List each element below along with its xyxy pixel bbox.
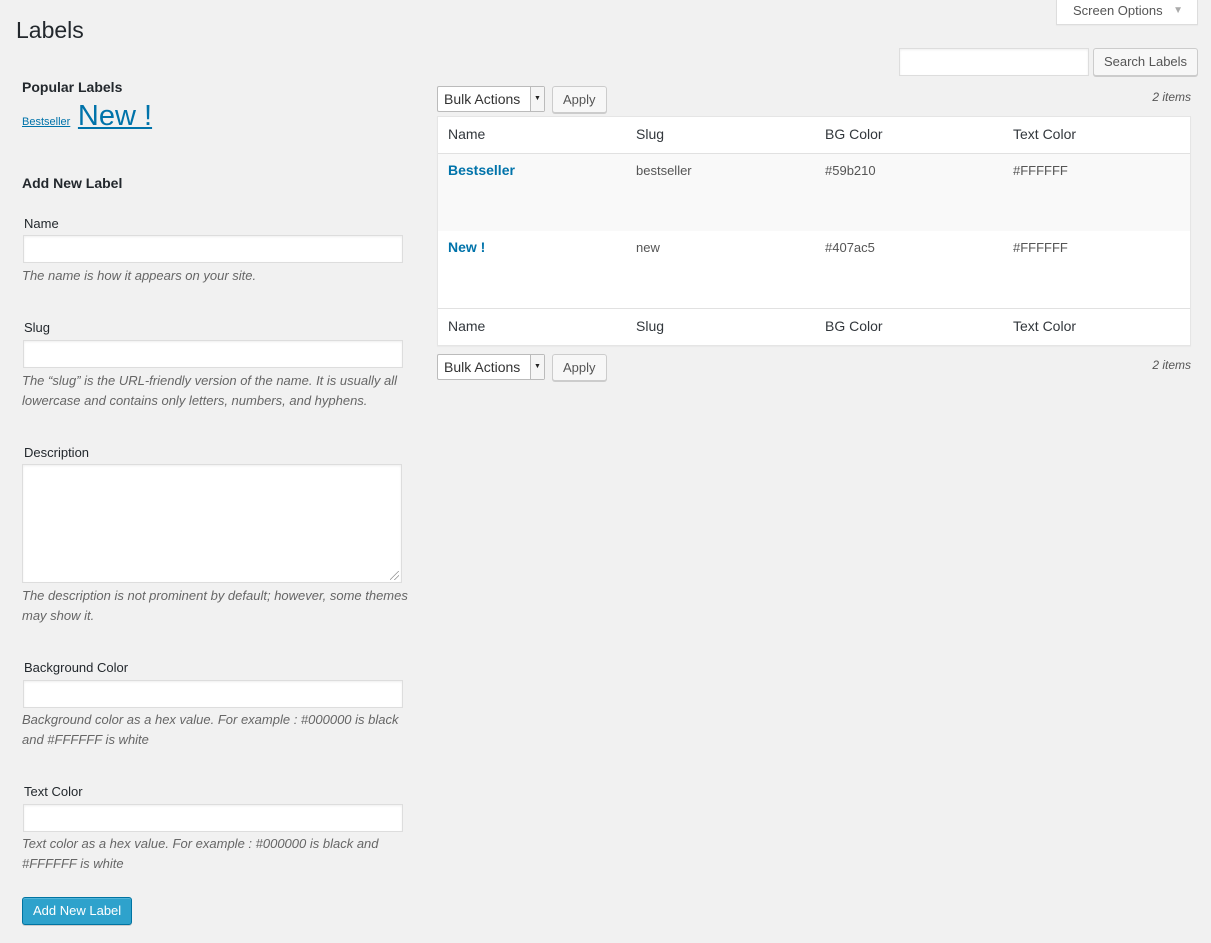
label-name-link[interactable]: Bestseller xyxy=(448,162,515,178)
resize-grip-icon[interactable] xyxy=(390,571,399,580)
background-color-label: Background Color xyxy=(24,660,129,675)
column-header-bg-color[interactable]: BG Color xyxy=(825,126,883,142)
add-new-label-heading: Add New Label xyxy=(22,175,123,191)
chevron-down-icon: ▼ xyxy=(530,87,544,111)
bulk-actions-select[interactable]: Bulk Actions ▼ xyxy=(437,354,545,380)
search-input[interactable] xyxy=(899,48,1089,76)
background-color-field[interactable] xyxy=(23,680,403,708)
screen-options-tab[interactable]: Screen Options ▼ xyxy=(1056,0,1198,25)
background-color-help: Background color as a hex value. For exa… xyxy=(22,712,399,747)
table-row: New ! new #407ac5 #FFFFFF xyxy=(438,231,1190,308)
column-footer-bg-color[interactable]: BG Color xyxy=(825,318,883,334)
text-color-help: Text color as a hex value. For example :… xyxy=(22,836,379,871)
name-label: Name xyxy=(24,216,59,231)
name-help: The name is how it appears on your site. xyxy=(22,268,257,283)
label-text-color: #FFFFFF xyxy=(1013,240,1068,255)
table-row: Bestseller bestseller #59b210 #FFFFFF xyxy=(438,154,1190,231)
description-label: Description xyxy=(24,445,90,460)
tag-link-new[interactable]: New ! xyxy=(78,100,152,132)
tablenav-bottom: Bulk Actions ▼ Apply 2 items xyxy=(437,354,1191,382)
slug-label: Slug xyxy=(24,320,51,335)
slug-help: The “slug” is the URL-friendly version o… xyxy=(22,373,397,408)
table-footer: Name Slug BG Color Text Color xyxy=(438,308,1190,345)
bulk-actions-value: Bulk Actions xyxy=(444,359,521,375)
apply-button[interactable]: Apply xyxy=(552,86,607,113)
apply-button[interactable]: Apply xyxy=(552,354,607,381)
label-bg-color: #59b210 xyxy=(825,163,876,178)
column-footer-name[interactable]: Name xyxy=(448,318,485,334)
screen-options-label: Screen Options xyxy=(1073,3,1163,18)
label-slug: new xyxy=(636,240,660,255)
table-header: Name Slug BG Color Text Color xyxy=(438,117,1190,154)
bulk-actions-select[interactable]: Bulk Actions ▼ xyxy=(437,86,545,112)
bulk-actions-value: Bulk Actions xyxy=(444,91,521,107)
label-bg-color: #407ac5 xyxy=(825,240,875,255)
name-field[interactable] xyxy=(23,235,403,263)
search-labels-button[interactable]: Search Labels xyxy=(1093,48,1198,76)
chevron-down-icon: ▼ xyxy=(530,355,544,379)
description-textarea[interactable] xyxy=(22,464,402,583)
slug-field[interactable] xyxy=(23,340,403,368)
column-header-slug[interactable]: Slug xyxy=(636,126,664,142)
column-footer-text-color[interactable]: Text Color xyxy=(1013,318,1076,334)
tag-cloud: Bestseller New ! xyxy=(22,100,152,133)
tag-link-bestseller[interactable]: Bestseller xyxy=(22,116,70,128)
text-color-field[interactable] xyxy=(23,804,403,832)
text-color-label: Text Color xyxy=(24,784,83,799)
page-title: Labels xyxy=(16,17,84,43)
labels-table: Name Slug BG Color Text Color Bestseller… xyxy=(437,116,1191,346)
label-name-link[interactable]: New ! xyxy=(448,239,485,255)
items-count: 2 items xyxy=(1152,90,1191,104)
triangle-down-icon: ▼ xyxy=(1173,5,1183,16)
items-count: 2 items xyxy=(1152,358,1191,372)
column-header-text-color[interactable]: Text Color xyxy=(1013,126,1076,142)
tablenav-top: Bulk Actions ▼ Apply 2 items xyxy=(437,86,1191,114)
label-text-color: #FFFFFF xyxy=(1013,163,1068,178)
label-slug: bestseller xyxy=(636,163,692,178)
column-header-name[interactable]: Name xyxy=(448,126,485,142)
add-new-label-button[interactable]: Add New Label xyxy=(22,897,133,925)
popular-labels-heading: Popular Labels xyxy=(22,79,123,95)
description-help: The description is not prominent by defa… xyxy=(22,588,408,623)
column-footer-slug[interactable]: Slug xyxy=(636,318,664,334)
